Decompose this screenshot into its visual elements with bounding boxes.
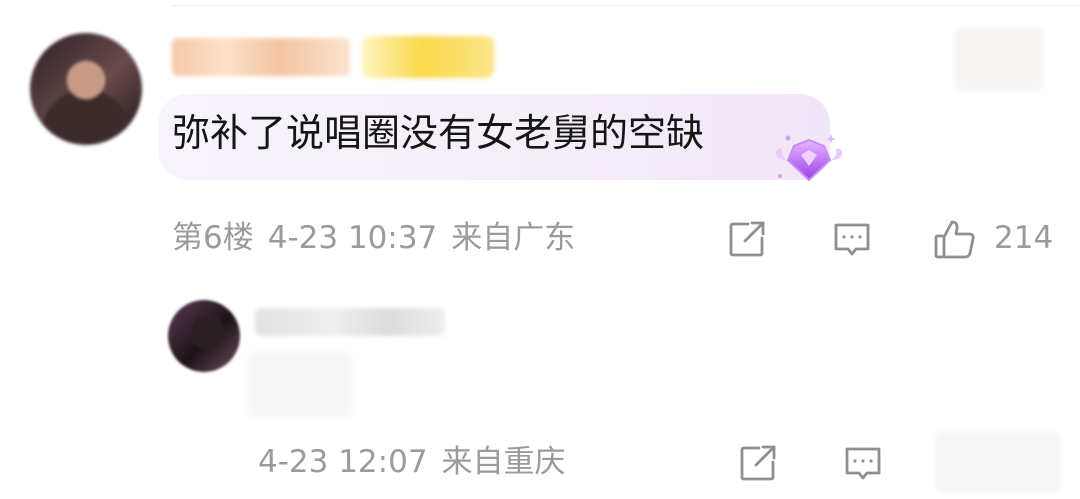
- reply-time: 4-23 12:07: [258, 444, 428, 480]
- corner-decoration-blurred: [955, 28, 1043, 90]
- comment-time: 4-23 10:37: [267, 220, 438, 256]
- share-icon[interactable]: [726, 218, 768, 260]
- comment-text: 弥补了说唱圈没有女老舅的空缺: [172, 111, 705, 155]
- comment-meta: 第6楼 4-23 10:37 来自广东: [172, 218, 589, 258]
- floor-number: 第6楼: [172, 220, 254, 256]
- comment-location: 来自广东: [451, 220, 576, 256]
- comment-icon[interactable]: [842, 442, 884, 484]
- reply-content-blurred: [248, 352, 352, 418]
- reply-avatar[interactable]: [168, 300, 240, 372]
- commenter-name-blurred[interactable]: [172, 38, 350, 76]
- commenter-level-badge-blurred: [362, 36, 494, 78]
- comment-icon[interactable]: [831, 218, 873, 260]
- purple-gem-badge-icon: [775, 134, 843, 182]
- top-divider: [172, 5, 1080, 6]
- reply-like-blurred[interactable]: [935, 432, 1060, 492]
- reply-name-blurred[interactable]: [255, 308, 445, 336]
- like-count: 214: [994, 220, 1054, 256]
- thumbs-up-icon[interactable]: [932, 216, 978, 262]
- reply-location: 来自重庆: [441, 444, 566, 480]
- reply-meta: 4-23 12:07 来自重庆: [258, 442, 580, 482]
- share-icon[interactable]: [737, 442, 779, 484]
- commenter-avatar[interactable]: [30, 33, 142, 145]
